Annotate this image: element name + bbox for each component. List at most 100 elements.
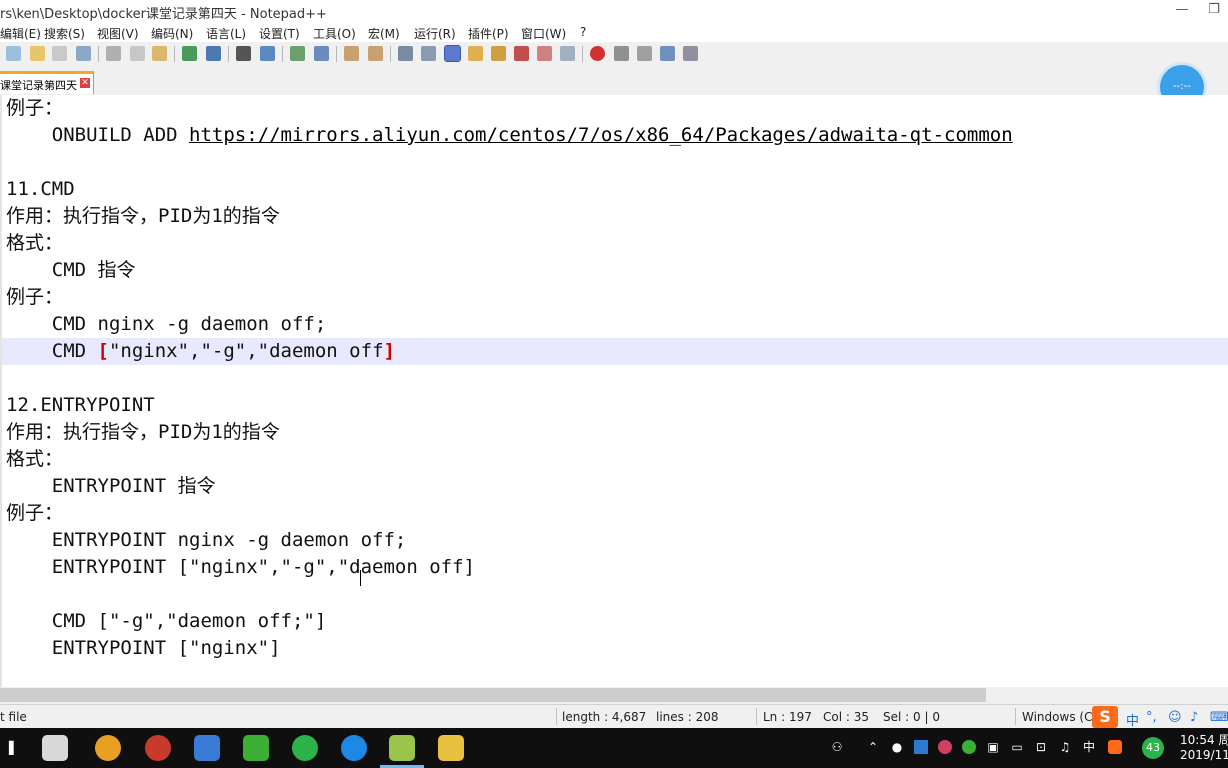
indent-guide-icon[interactable] [444,45,461,62]
menu-run[interactable]: 运行(R) [414,25,456,42]
editor-line: 例子： [6,502,64,524]
sync-vertical-icon[interactable] [344,46,359,61]
menu-view[interactable]: 视图(V) [97,25,139,42]
menu-help[interactable]: ? [580,25,586,39]
chrome-icon[interactable] [95,735,121,761]
editor-line: 11.CMD [6,178,75,200]
word-wrap-icon[interactable] [398,46,413,61]
save-icon[interactable] [52,46,67,61]
menu-tools[interactable]: 工具(O) [313,25,356,42]
ime-voice-icon[interactable]: ♪ [1190,710,1198,725]
network-icon[interactable]: ⊡ [1034,740,1048,754]
current-line-inner: "nginx","-g","daemon off [108,340,384,362]
status-line-number: Ln : 197 [763,710,812,724]
show-all-chars-icon[interactable] [421,46,436,61]
close-icon[interactable]: ✕ [80,78,90,88]
function-list-icon[interactable] [514,46,529,61]
editor-current-line: CMD ["nginx","-g","daemon off] [2,338,1228,365]
input-language-icon[interactable]: 中 [1082,740,1096,754]
find-icon[interactable] [236,46,251,61]
menu-edit[interactable]: 编辑(E) [0,25,41,42]
battery-badge[interactable]: 43 [1142,737,1164,759]
undo-icon[interactable] [182,46,197,61]
menu-search[interactable]: 搜索(S) [44,25,85,42]
menu-encoding[interactable]: 编码(N) [151,25,193,42]
notepadpp-icon[interactable] [389,735,415,761]
text-cursor-icon [360,570,367,586]
restore-button[interactable]: ❐ [1200,0,1228,22]
new-file-icon[interactable] [6,46,21,61]
wechat-icon[interactable] [243,735,269,761]
ime-keyboard-icon[interactable]: ⌨ [1210,710,1228,725]
file-explorer-icon[interactable] [438,735,464,761]
ime-punctuation-icon[interactable]: °, [1146,710,1157,725]
sogou-ime-icon[interactable]: S [1092,706,1118,728]
status-length: length : 4,687 [562,710,647,724]
save-macro-icon[interactable] [683,46,698,61]
record-macro-icon[interactable] [590,46,605,61]
k-app-icon[interactable] [341,735,367,761]
folder-workspace-icon[interactable] [537,46,552,61]
toolbar [0,42,1228,67]
copy-icon[interactable] [130,46,145,61]
usb-icon[interactable]: ▭ [1010,740,1024,754]
task-view-icon[interactable] [42,735,68,761]
ime-chinese-mode-icon[interactable]: 中 [1126,710,1139,729]
zoom-in-icon[interactable] [290,46,305,61]
kk-tray-icon[interactable] [914,740,928,754]
sogou-tray-icon[interactable] [1108,740,1122,754]
paste-icon[interactable] [152,46,167,61]
wechat-tray-icon[interactable] [962,740,976,754]
play-macro-icon[interactable] [637,46,652,61]
brace-open: [ [97,340,109,362]
stop-macro-icon[interactable] [614,46,629,61]
editor-line: CMD ["-g","daemon off;"] [6,610,327,632]
start-icon[interactable]: ▐ [2,741,16,755]
app-tray-icon[interactable] [938,740,952,754]
editor-line: 例子： [6,286,64,308]
snail-app-icon[interactable] [145,735,171,761]
tab-current-file[interactable]: 课堂记录第四天 ✕ [0,71,94,94]
menu-settings[interactable]: 设置(T) [259,25,300,42]
scrollbar-thumb[interactable] [0,688,986,702]
status-selection: Sel : 0 | 0 [883,710,940,724]
replace-icon[interactable] [260,46,275,61]
sync-horizontal-icon[interactable] [368,46,383,61]
status-lines: lines : 208 [656,710,719,724]
editor-line: CMD nginx -g daemon off; [6,313,327,335]
editor-line: ENTRYPOINT ["nginx"] [6,637,281,659]
browser-360-icon[interactable] [292,735,318,761]
user-language-icon[interactable] [468,46,483,61]
current-line-prefix: CMD [6,340,98,362]
editor-line: 例子： [6,97,64,119]
vmware-tray-icon[interactable]: ▣ [986,740,1000,754]
people-icon[interactable]: ⚇ [830,740,844,754]
virtualbox-icon[interactable] [194,735,220,761]
status-bar: t file length : 4,687 lines : 208 Ln : 1… [0,704,1228,729]
menu-language[interactable]: 语言(L) [206,25,246,42]
menu-window[interactable]: 窗口(W) [521,25,566,42]
volume-icon[interactable]: ♫ [1058,740,1072,754]
menu-plugins[interactable]: 插件(P) [468,25,509,42]
monitor-icon[interactable] [560,46,575,61]
open-file-icon[interactable] [30,46,45,61]
show-hidden-icons-icon[interactable]: ⌃ [866,740,880,754]
clock-time[interactable]: 10:54 周 [1180,731,1228,748]
ime-emoji-icon[interactable]: ☺ [1168,710,1182,725]
horizontal-scrollbar[interactable] [0,687,1228,704]
url-link[interactable]: https://mirrors.aliyun.com/centos/7/os/x… [189,124,1013,146]
clock-date[interactable]: 2019/11/ [1180,748,1228,762]
minimize-button[interactable]: — [1162,0,1202,22]
redo-icon[interactable] [206,46,221,61]
editor-line: 作用：执行指令，PID为1的指令 [6,205,280,227]
save-all-icon[interactable] [76,46,91,61]
editor-line: 格式： [6,232,64,254]
menu-macro[interactable]: 宏(M) [368,25,400,42]
doc-map-icon[interactable] [491,46,506,61]
notification-bell-icon[interactable]: ● [890,740,904,754]
editor-line: ENTRYPOINT 指令 [6,475,216,497]
zoom-out-icon[interactable] [314,46,329,61]
run-macro-multiple-icon[interactable] [660,46,675,61]
cut-icon[interactable] [106,46,121,61]
editor-area[interactable]: 例子： ONBUILD ADD https://mirrors.aliyun.c… [0,95,1228,687]
